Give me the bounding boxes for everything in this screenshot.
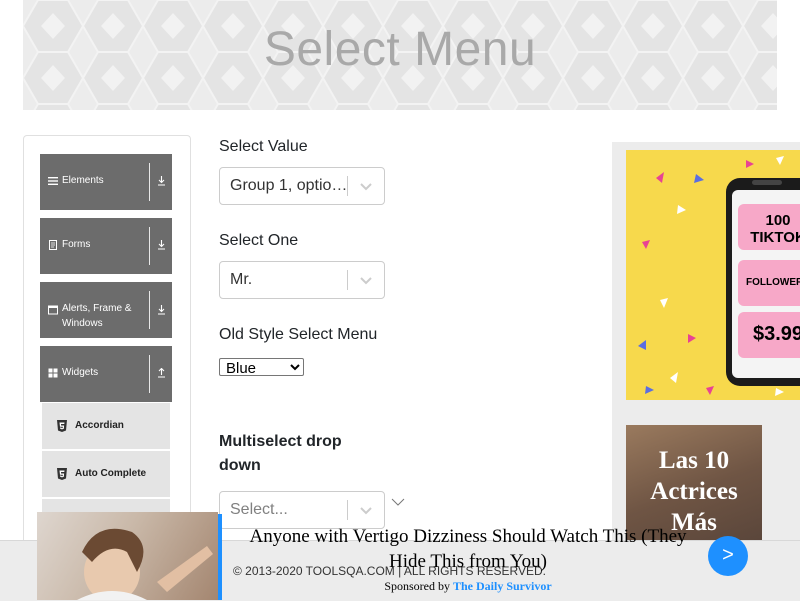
tiktok-ad-price: $3.99	[752, 323, 800, 345]
chevron-down-icon[interactable]	[359, 274, 373, 286]
confetti-graphic	[638, 156, 800, 396]
ad-sponsor-name[interactable]: The Daily Survivor	[453, 579, 552, 593]
chevron-down-icon[interactable]	[359, 180, 373, 192]
sidebar-group-alerts[interactable]: Alerts, Frame & Windows	[40, 282, 172, 338]
download-icon	[158, 176, 165, 186]
sidebar-item-accordian[interactable]: Accordian	[42, 403, 170, 449]
select-value-label: Select Value	[219, 138, 308, 155]
select-value-dropdown[interactable]: Group 1, option 1	[219, 167, 385, 205]
download-icon	[158, 240, 165, 250]
page-banner: Select Menu	[23, 0, 777, 110]
upload-icon	[158, 368, 165, 378]
select-one-dropdown[interactable]: Mr.	[219, 261, 385, 299]
sidebar-item-label: Auto Complete	[75, 468, 147, 479]
page-title: Select Menu	[263, 23, 537, 76]
html5-icon	[57, 468, 67, 480]
sidebar-item-auto-complete[interactable]: Auto Complete	[42, 451, 170, 497]
dropdown-separator	[347, 176, 348, 196]
sidebar-group-label: Elements	[62, 175, 104, 186]
ad-next-button[interactable]: >	[708, 536, 748, 576]
chevron-down-icon	[391, 498, 405, 506]
grid-icon	[48, 368, 58, 378]
dropdown-separator	[347, 270, 348, 290]
ad-title[interactable]: Anyone with Vertigo Dizziness Should Wat…	[233, 524, 703, 574]
sponsored-ad-banner[interactable]: Anyone with Vertigo Dizziness Should Wat…	[37, 512, 800, 600]
select-one-current: Mr.	[230, 271, 253, 288]
sidebar-group-label: Widgets	[62, 367, 99, 378]
window-icon	[48, 305, 58, 315]
sidebar-item-label: Accordian	[75, 420, 124, 431]
sidebar-group-label: Alerts, Frame & Windows	[62, 303, 132, 329]
download-icon	[158, 305, 165, 315]
ad-thumbnail[interactable]	[37, 512, 218, 600]
tiktok-ad[interactable]: 100 TIKTOK FOLLOWERS $3.99	[626, 150, 800, 400]
sidebar-group-elements[interactable]: Elements	[40, 154, 172, 210]
hamburger-icon	[48, 177, 58, 185]
multiselect-label: Multiselect drop down	[219, 433, 342, 474]
document-icon	[49, 240, 57, 250]
sidebar-group-label: Forms	[62, 239, 91, 250]
ad-accent-bar	[218, 514, 222, 600]
old-style-select-label: Old Style Select Menu	[219, 326, 378, 343]
old-style-select[interactable]: Blue	[219, 358, 304, 376]
tiktok-ad-count: 100	[765, 212, 791, 229]
tiktok-ad-brand: TIKTOK	[750, 229, 800, 246]
sidebar-group-widgets[interactable]: Widgets	[40, 346, 172, 402]
html5-icon	[57, 420, 67, 432]
select-one-label: Select One	[219, 232, 299, 249]
ad-thumbnail-image	[77, 528, 213, 600]
ad-sponsor-line: Sponsored by The Daily Survivor	[233, 579, 703, 594]
tiktok-ad-followers: FOLLOWERS	[746, 277, 800, 288]
select-value-current: Group 1, option 1	[230, 177, 350, 194]
ad-sponsor-prefix: Sponsored by	[384, 579, 450, 593]
sidebar-group-forms[interactable]: Forms	[40, 218, 172, 274]
